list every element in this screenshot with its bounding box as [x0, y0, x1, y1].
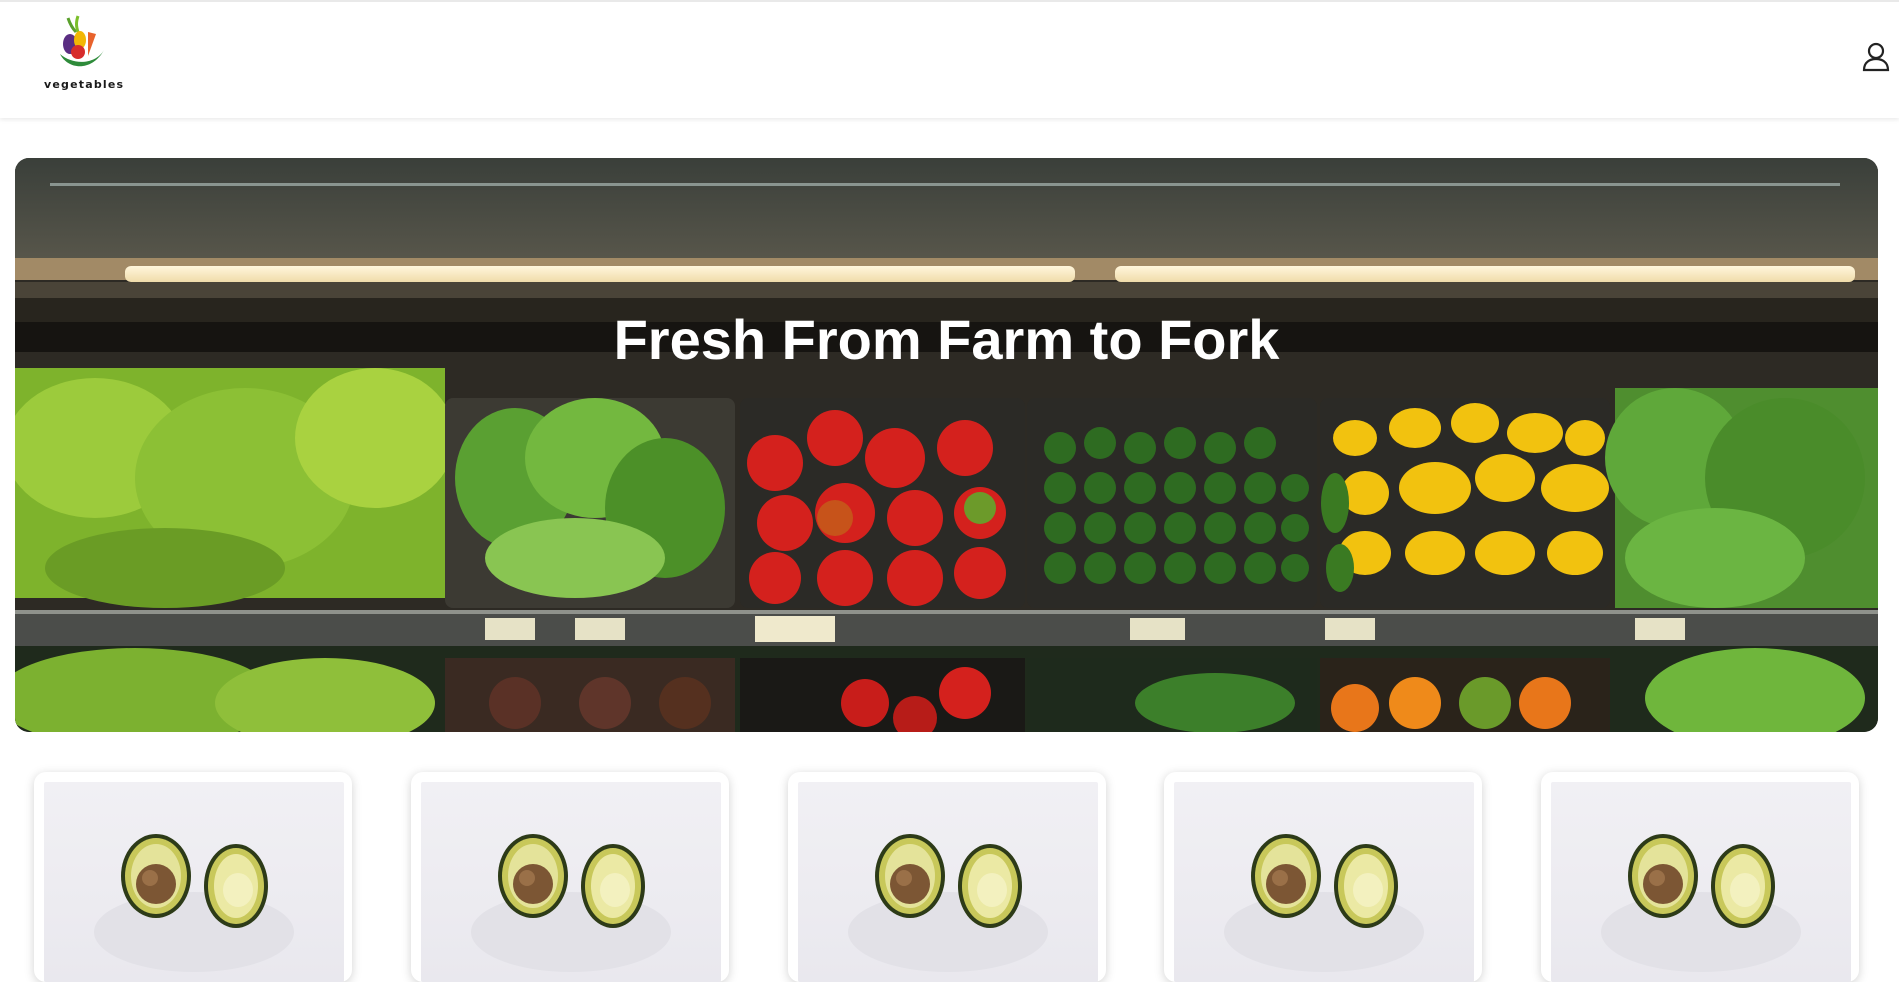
hero-title: Fresh From Farm to Fork	[613, 308, 1280, 371]
vegetables-logo-icon	[60, 15, 104, 67]
avocado-icon	[848, 834, 1048, 972]
avocado-icon	[1601, 834, 1801, 972]
user-icon[interactable]	[1862, 42, 1890, 72]
produce-shelf-image	[15, 158, 1878, 732]
hero-banner: Fresh From Farm to Fork	[15, 158, 1878, 732]
avocado-icon	[1224, 834, 1424, 972]
avocado-image	[1174, 782, 1474, 982]
avocado-image	[798, 782, 1098, 982]
product-card[interactable]	[34, 772, 352, 982]
site-header: vegetables	[0, 0, 1899, 118]
avocado-image	[44, 782, 344, 982]
logo-text: vegetables	[44, 78, 125, 91]
product-card[interactable]	[1541, 772, 1859, 982]
product-card[interactable]	[1164, 772, 1482, 982]
logo[interactable]: vegetables	[44, 14, 125, 96]
avocado-icon	[94, 834, 294, 972]
avocado-icon	[471, 834, 671, 972]
product-grid	[0, 772, 1899, 982]
product-card[interactable]	[411, 772, 729, 982]
avocado-image	[421, 782, 721, 982]
product-card[interactable]	[788, 772, 1106, 982]
avocado-image	[1551, 782, 1851, 982]
